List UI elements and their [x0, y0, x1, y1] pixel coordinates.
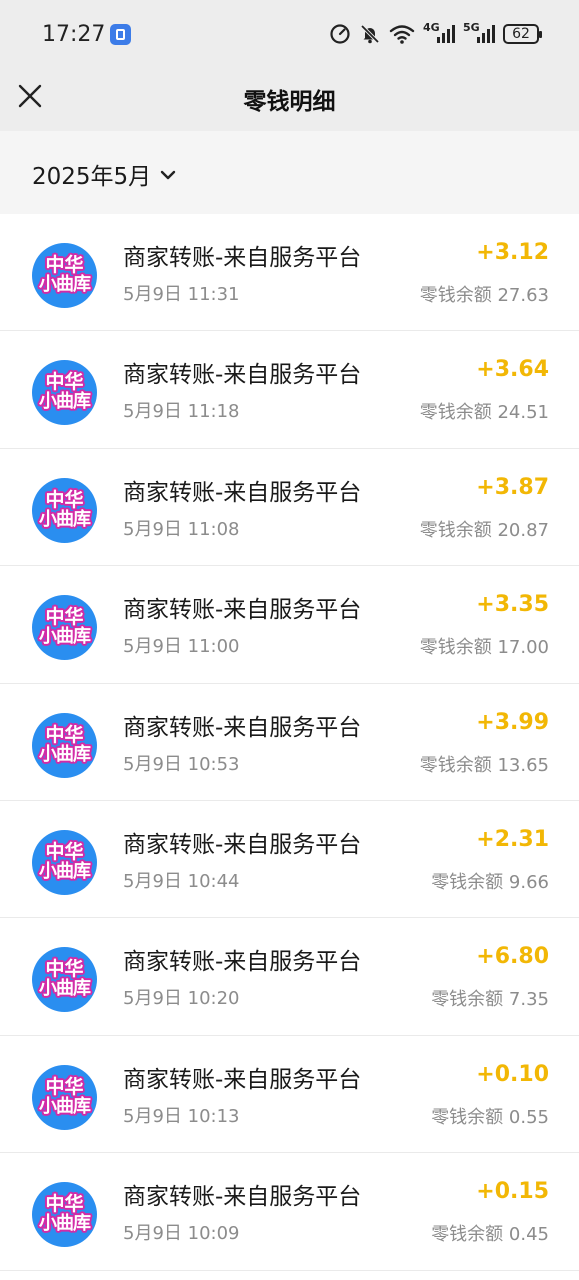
transaction-balance: 零钱余额 7.35	[431, 989, 549, 1011]
transaction-row[interactable]: 中华 小曲库 商家转账-来自服务平台 5月9日 11:18 +3.64 零钱余额…	[0, 331, 579, 450]
filter-bar: 2025年5月	[0, 131, 579, 214]
transaction-row[interactable]: 中华 小曲库 商家转账-来自服务平台 5月9日 11:00 +3.35 零钱余额…	[0, 566, 579, 684]
transaction-title: 商家转账-来自服务平台	[123, 1066, 362, 1093]
merchant-avatar: 中华 小曲库	[32, 1064, 97, 1130]
transaction-row[interactable]: 中华 小曲库 商家转账-来自服务平台 5月9日 11:08 +3.87 零钱余额…	[0, 448, 579, 567]
transaction-list: 中华 小曲库 商家转账-来自服务平台 5月9日 11:31 +3.12 零钱余额…	[0, 214, 579, 1271]
avatar-text-line2: 小曲库	[39, 743, 91, 765]
chevron-down-icon	[160, 170, 176, 180]
merchant-avatar: 中华 小曲库	[32, 712, 97, 778]
merchant-avatar: 中华 小曲库	[32, 243, 97, 308]
transaction-amount: +6.80	[476, 944, 549, 970]
transaction-balance: 零钱余额 17.00	[419, 637, 549, 659]
avatar-text-line1: 中华	[45, 488, 84, 511]
transaction-title: 商家转账-来自服务平台	[123, 597, 362, 624]
transaction-balance: 零钱余额 27.63	[419, 285, 549, 306]
transaction-time: 5月9日 10:20	[123, 988, 240, 1010]
merchant-avatar: 中华 小曲库	[32, 1182, 97, 1248]
transaction-title: 商家转账-来自服务平台	[123, 831, 362, 858]
transaction-time: 5月9日 11:18	[123, 401, 240, 423]
transaction-title: 商家转账-来自服务平台	[123, 245, 362, 271]
transaction-balance: 零钱余额 20.87	[419, 519, 549, 541]
transaction-row[interactable]: 中华 小曲库 商家转账-来自服务平台 5月9日 10:09 +0.15 零钱余额…	[0, 1153, 579, 1271]
month-selector[interactable]: 2025年5月	[32, 157, 176, 191]
transaction-time: 5月9日 11:31	[123, 284, 240, 305]
avatar-text-line2: 小曲库	[39, 1213, 91, 1235]
transaction-title: 商家转账-来自服务平台	[123, 1184, 362, 1211]
transaction-amount: +0.15	[476, 1179, 549, 1205]
transaction-title: 商家转账-来自服务平台	[123, 714, 362, 741]
merchant-avatar: 中华 小曲库	[32, 947, 97, 1013]
app-notification-icon	[110, 24, 131, 45]
speed-indicator-icon	[330, 24, 350, 44]
merchant-avatar: 中华 小曲库	[32, 595, 97, 661]
transaction-row[interactable]: 中华 小曲库 商家转账-来自服务平台 5月9日 10:53 +3.99 零钱余额…	[0, 683, 579, 802]
avatar-text-line2: 小曲库	[39, 978, 91, 1000]
merchant-avatar: 中华 小曲库	[32, 477, 97, 543]
transaction-row[interactable]: 中华 小曲库 商家转账-来自服务平台 5月9日 11:31 +3.12 零钱余额…	[0, 214, 579, 332]
transaction-balance: 零钱余额 24.51	[419, 402, 549, 424]
transaction-row[interactable]: 中华 小曲库 商家转账-来自服务平台 5月9日 10:44 +2.31 零钱余额…	[0, 800, 579, 919]
transaction-balance: 零钱余额 0.45	[431, 1224, 549, 1246]
signal-4g-icon: 4G	[423, 21, 455, 45]
avatar-text-line1: 中华	[45, 841, 84, 864]
avatar-text-line1: 中华	[45, 723, 84, 746]
transaction-amount: +2.31	[476, 826, 549, 852]
transaction-amount: +0.10	[476, 1061, 549, 1087]
signal-5g-icon: 5G	[463, 21, 495, 45]
transaction-time: 5月9日 11:08	[123, 518, 240, 540]
transaction-time: 5月9日 10:44	[123, 870, 240, 892]
transaction-amount: +3.87	[476, 474, 549, 500]
avatar-text-line2: 小曲库	[39, 508, 91, 530]
transaction-row[interactable]: 中华 小曲库 商家转账-来自服务平台 5月9日 10:13 +0.10 零钱余额…	[0, 1035, 579, 1154]
avatar-text-line2: 小曲库	[39, 626, 91, 648]
wifi-icon	[389, 25, 415, 44]
transaction-balance: 零钱余额 9.66	[431, 871, 549, 893]
transaction-time: 5月9日 11:00	[123, 636, 240, 658]
merchant-avatar: 中华 小曲库	[32, 360, 97, 426]
status-icons: 4G 5G 62	[329, 21, 542, 46]
transaction-amount: +3.35	[476, 592, 549, 618]
page-title: 零钱明细	[243, 89, 336, 115]
avatar-text-line2: 小曲库	[39, 860, 91, 882]
month-label: 2025年5月	[32, 164, 152, 190]
battery-icon: 62	[503, 24, 542, 44]
merchant-avatar: 中华 小曲库	[32, 829, 97, 895]
status-time: 17:27	[42, 22, 106, 47]
transaction-row[interactable]: 中华 小曲库 商家转账-来自服务平台 5月9日 10:20 +6.80 零钱余额…	[0, 918, 579, 1037]
avatar-text-line2: 小曲库	[39, 1095, 91, 1117]
transaction-amount: +3.12	[476, 240, 549, 265]
avatar-text-line2: 小曲库	[39, 274, 91, 296]
transaction-time: 5月9日 10:53	[123, 753, 240, 775]
mute-bell-icon	[360, 24, 380, 44]
transaction-amount: +3.99	[476, 709, 549, 735]
avatar-text-line1: 中华	[45, 1075, 84, 1098]
transaction-balance: 零钱余额 13.65	[419, 754, 549, 776]
transaction-time: 5月9日 10:13	[123, 1105, 240, 1127]
transaction-amount: +3.64	[476, 357, 549, 383]
transaction-title: 商家转账-来自服务平台	[123, 362, 362, 389]
avatar-text-line2: 小曲库	[39, 391, 91, 413]
transaction-time: 5月9日 10:09	[123, 1223, 240, 1245]
status-bar: 17:27 4G 5G 62	[0, 0, 579, 64]
transaction-title: 商家转账-来自服务平台	[123, 479, 362, 506]
transaction-title: 商家转账-来自服务平台	[123, 949, 362, 976]
transaction-balance: 零钱余额 0.55	[431, 1106, 549, 1128]
nav-bar: 零钱明细	[0, 64, 579, 131]
